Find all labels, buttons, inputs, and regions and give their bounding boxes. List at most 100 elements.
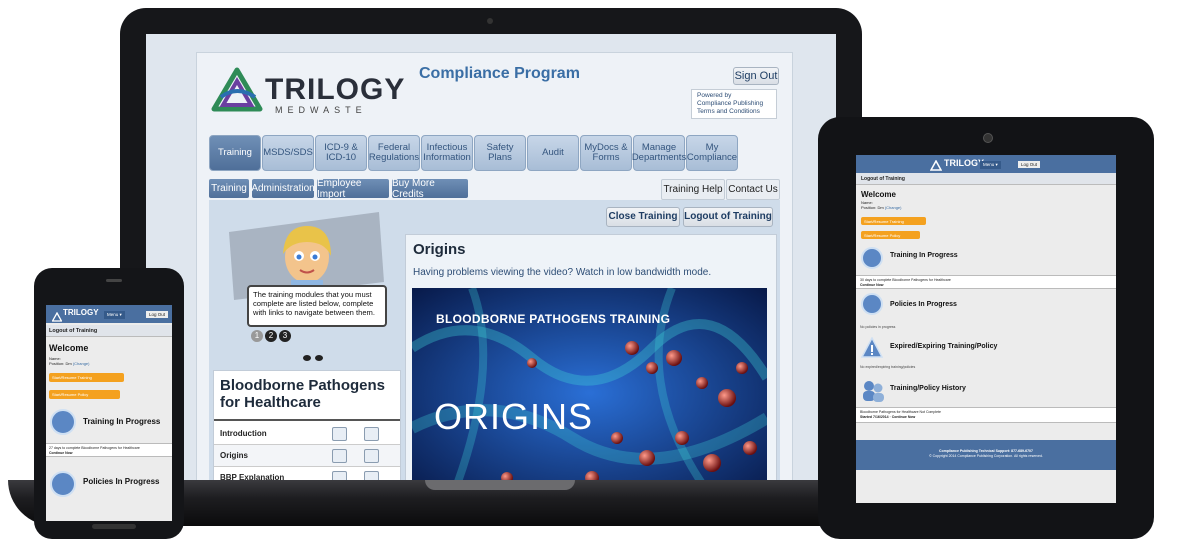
step-3[interactable]: 3 <box>279 330 291 342</box>
compliance-page: TRILOGY MEDWASTE Compliance Program Sign… <box>196 52 793 482</box>
phone-training-in-progress-title: Training In Progress <box>83 417 161 426</box>
tablet-menu-button[interactable]: Menu ▾ <box>980 161 1001 169</box>
tablet-header: TRILOGY Menu ▾ Log Out <box>856 155 1116 173</box>
tablet-expired-title: Expired/Expiring Training/Policy <box>890 343 998 350</box>
subtab-employee-import[interactable]: Employee Import <box>317 178 389 200</box>
module-introduction[interactable]: Introduction <box>214 423 400 445</box>
tablet-continue-link[interactable]: Continue Now <box>860 283 1112 288</box>
assistant-speech-bubble: The training modules that you must compl… <box>247 285 387 327</box>
phone-training-in-progress-row: 27 days to complete Bloodborne Pathogens… <box>46 443 172 457</box>
step-1[interactable]: 1 <box>251 330 263 342</box>
laptop-screen: TRILOGY MEDWASTE Compliance Program Sign… <box>146 34 836 482</box>
tablet-logo-text: TRILOGY <box>944 158 984 168</box>
history-users-icon <box>861 379 885 403</box>
tab-mydocs[interactable]: MyDocs & Forms <box>580 135 632 171</box>
video-player[interactable]: BLOODBORNE PATHOGENS TRAINING ORIGINS <box>412 288 767 482</box>
lesson-title: Origins <box>413 241 466 258</box>
tablet-history-title: Training/Policy History <box>890 385 966 392</box>
main-nav: Training MSDS/SDS ICD-9 & ICD-10 Federal… <box>209 135 789 171</box>
tablet-history-row: Bloodborne Pathogens for Healthcare Not … <box>856 407 1116 423</box>
tablet-user-info: Name: Position: Dm (Change) <box>861 200 902 210</box>
training-help-tab[interactable]: Training Help <box>661 179 725 200</box>
tab-training[interactable]: Training <box>209 135 261 171</box>
clock-icon <box>50 409 76 435</box>
module-label: Introduction <box>220 429 267 438</box>
powered-by-label: Powered by <box>697 92 732 99</box>
powered-by-link[interactable]: Compliance Publishing <box>697 100 771 108</box>
trilogy-logo-icon <box>211 67 263 113</box>
tablet-expired-note: No expired/expiring training/policies <box>860 365 916 369</box>
tab-my-compliance[interactable]: My Compliance <box>686 135 738 171</box>
tablet-camera <box>983 133 993 143</box>
tablet-footer: Compliance Publishing Technical Support:… <box>856 440 1116 470</box>
phone-start-policy-button[interactable]: Start/Resume Policy <box>49 390 120 399</box>
subtab-training[interactable]: Training <box>209 179 249 198</box>
tab-manage-departments[interactable]: Manage Departments <box>632 135 686 171</box>
lesson-panel: Origins Having problems viewing the vide… <box>405 234 777 482</box>
tablet-start-policy-button[interactable]: Start/Resume Policy <box>861 231 920 239</box>
phone-breadcrumb[interactable]: Logout of Training <box>46 325 172 337</box>
phone-start-training-button[interactable]: Start/Resume Training <box>49 373 124 382</box>
tab-icd[interactable]: ICD-9 & ICD-10 <box>315 135 367 171</box>
tablet-training-in-progress-title: Training In Progress <box>890 252 958 259</box>
module-label: Origins <box>220 451 249 460</box>
tablet-screen: TRILOGY Menu ▾ Log Out Logout of Trainin… <box>856 155 1116 503</box>
video-title: ORIGINS <box>434 396 594 437</box>
tab-audit[interactable]: Audit <box>527 135 579 171</box>
logo-subtext: MEDWASTE <box>275 105 367 115</box>
tablet-start-training-button[interactable]: Start/Resume Training <box>861 217 926 225</box>
laptop-camera <box>487 18 493 24</box>
tablet-logout-button[interactable]: Log Out <box>1018 161 1041 168</box>
checklist-icon[interactable] <box>364 427 379 441</box>
tab-safety-plans[interactable]: Safety Plans <box>474 135 526 171</box>
step-indicators: 1 2 3 <box>251 330 311 344</box>
phone-logo-icon <box>51 309 63 322</box>
course-title: Bloodborne Pathogens for Healthcare <box>214 371 400 421</box>
video-icon[interactable] <box>332 427 347 441</box>
tablet-history-link[interactable]: Started 7/16/2014 · Continue Now <box>860 415 1112 420</box>
tablet-policies-title: Policies In Progress <box>890 301 957 308</box>
tab-infectious-information[interactable]: Infectious Information <box>421 135 473 171</box>
phone-screen: TRILOGY Menu ▾ Log Out Logout of Trainin… <box>46 305 172 521</box>
subtab-administration[interactable]: Administration <box>251 179 315 198</box>
sub-nav: Training Administration Employee Import … <box>209 178 789 200</box>
page-title: Compliance Program <box>419 65 580 82</box>
tab-federal-regulations[interactable]: Federal Regulations <box>368 135 420 171</box>
phone-logo-text: TRILOGY <box>63 308 99 317</box>
logout-training-button[interactable]: Logout of Training <box>683 207 773 227</box>
sign-out-button[interactable]: Sign Out <box>733 67 779 85</box>
phone-logout-button[interactable]: Log Out <box>146 311 169 318</box>
powered-by-box: Powered by Compliance Publishing Terms a… <box>691 89 777 119</box>
video-banner: BLOODBORNE PATHOGENS TRAINING <box>436 312 671 326</box>
warning-icon <box>860 336 884 359</box>
tablet-change-link[interactable]: (Change) <box>885 205 902 210</box>
step-2[interactable]: 2 <box>265 330 277 342</box>
tablet-breadcrumb[interactable]: Logout of Training <box>856 173 1116 185</box>
bandwidth-help-link[interactable]: Having problems viewing the video? Watch… <box>413 267 711 278</box>
phone-position-label: Position: Dm <box>49 361 72 366</box>
phone-policies-title: Policies In Progress <box>83 477 160 486</box>
phone-continue-link[interactable]: Continue Now <box>49 451 169 456</box>
phone-user-info: Name: Position: Dm (Change) <box>49 356 90 366</box>
tablet-logo-icon <box>929 158 943 171</box>
tablet-training-in-progress-row: 30 days to complete Bloodborne Pathogens… <box>856 275 1116 289</box>
terms-link[interactable]: Terms and Conditions <box>697 108 771 116</box>
clock-icon <box>50 471 76 497</box>
logo-text: TRILOGY <box>265 73 406 106</box>
clock-icon <box>861 293 883 315</box>
phone-header: TRILOGY Menu ▾ Log Out <box>46 305 172 323</box>
course-menu: Bloodborne Pathogens for Healthcare Intr… <box>213 370 401 482</box>
phone-change-link[interactable]: (Change) <box>73 361 90 366</box>
tablet-welcome: Welcome <box>861 190 896 199</box>
phone-menu-button[interactable]: Menu ▾ <box>104 311 125 319</box>
tab-msds[interactable]: MSDS/SDS <box>262 135 314 171</box>
close-training-button[interactable]: Close Training <box>606 207 680 227</box>
contact-us-tab[interactable]: Contact Us <box>726 179 780 200</box>
module-origins[interactable]: Origins <box>214 445 400 467</box>
tablet-position-label: Position: Dm <box>861 205 884 210</box>
laptop-notch <box>425 480 575 490</box>
subtab-buy-more-credits[interactable]: Buy More Credits <box>392 178 468 200</box>
video-icon[interactable] <box>332 449 347 463</box>
checklist-icon[interactable] <box>364 449 379 463</box>
phone-home-bar[interactable] <box>92 524 136 529</box>
